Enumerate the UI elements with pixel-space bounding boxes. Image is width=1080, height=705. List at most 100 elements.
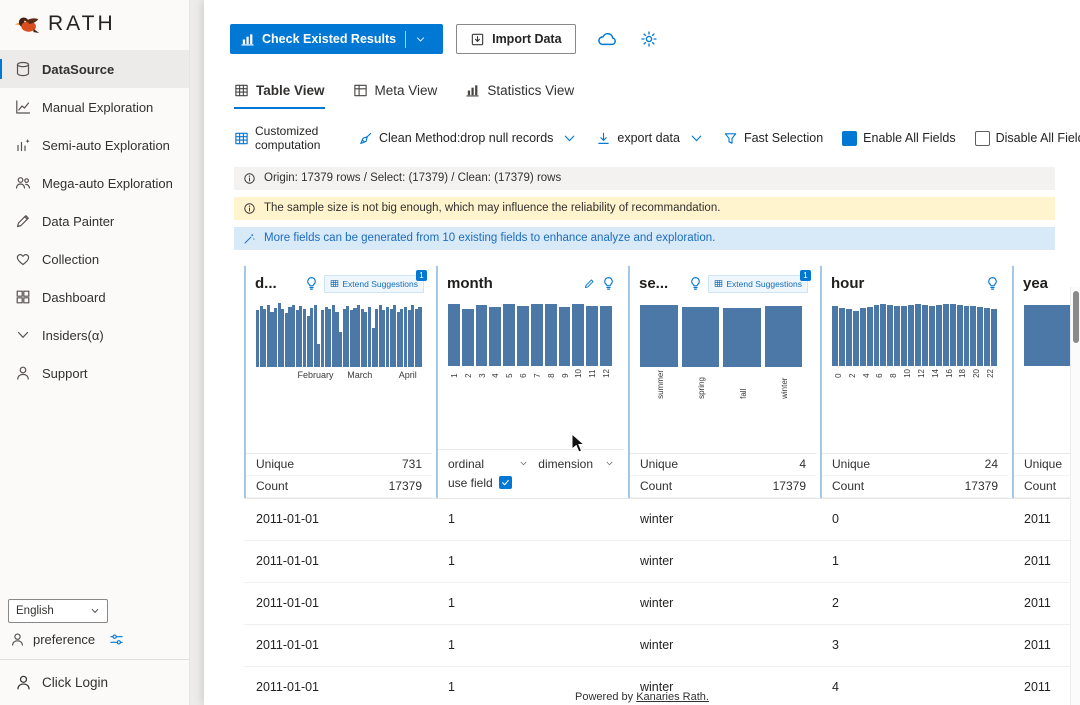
pen-icon [15, 213, 31, 229]
sidebar-item-semi-auto-exploration[interactable]: Semi-auto Exploration [0, 126, 189, 164]
lightbulb-icon[interactable] [688, 276, 703, 291]
sparkle-chart-icon [15, 137, 31, 153]
analytic-type-dropdown[interactable]: dimension [538, 457, 614, 471]
sidebar-item-data-painter[interactable]: Data Painter [0, 202, 189, 240]
sidebar-item-datasource[interactable]: DataSource [0, 50, 189, 88]
fast-selection-button[interactable]: Fast Selection [723, 131, 823, 146]
field-stats: Unique 731 Count 17379 [246, 452, 432, 498]
sidebar-item-label: Insiders(α) [42, 327, 104, 343]
semantic-type-dropdown[interactable]: ordinal [448, 457, 528, 471]
sidebar-nav: DataSource Manual Exploration Semi-auto … [0, 50, 189, 392]
person-icon [15, 365, 31, 381]
clean-method-label: Clean Method:drop null records [379, 131, 554, 146]
extend-suggestions-button[interactable]: Extend Suggestions 1 [324, 269, 427, 293]
date-histogram[interactable] [256, 303, 422, 367]
import-data-button[interactable]: Import Data [456, 24, 576, 54]
tab-meta-view[interactable]: Meta View [353, 83, 437, 109]
check-existed-results-label: Check Existed Results [262, 32, 397, 46]
info-icon [243, 202, 256, 215]
button-divider [405, 30, 407, 48]
preference-label: preference [33, 632, 96, 647]
stat-label: Count [832, 478, 865, 493]
export-data-dropdown[interactable]: export data [596, 131, 704, 146]
suggestion-count-badge: 1 [416, 269, 427, 281]
app-logo: RATH [0, 0, 189, 50]
stat-value: 17379 [964, 478, 998, 493]
top-toolbar: Check Existed Results Import Data [204, 0, 1080, 54]
sidebar-item-manual-exploration[interactable]: Manual Exploration [0, 88, 189, 126]
language-select[interactable]: English [8, 599, 108, 623]
sidebar-item-label: Manual Exploration [42, 99, 154, 115]
stat-label: Count [1024, 478, 1057, 493]
statistics-chart-icon [465, 83, 480, 98]
lightbulb-icon[interactable] [304, 276, 319, 291]
cloud-sync-button[interactable] [597, 29, 617, 49]
semantic-type-value: ordinal [448, 456, 485, 471]
kanaries-rath-link[interactable]: Kanaries Rath. [636, 691, 709, 703]
sidebar-item-label: Data Painter [42, 213, 115, 229]
table-cell: 1 [448, 512, 455, 527]
sidebar-item-label: Dashboard [42, 289, 106, 305]
field-card-month: month 123456789101112 ordinal [436, 265, 624, 498]
table-cell: 1 [832, 554, 839, 569]
preference-button[interactable]: preference [0, 632, 189, 659]
disable-all-fields-checkbox[interactable]: Disable All Fields [974, 130, 1080, 146]
table-cell: 1 [448, 554, 455, 569]
bird-logo-icon [14, 17, 40, 33]
chevron-down-icon[interactable] [415, 34, 426, 45]
import-data-icon [470, 32, 485, 47]
sidebar-item-insiders[interactable]: Insiders(α) [0, 316, 189, 354]
sidebar-bottom: English preference Click Login [0, 599, 189, 705]
field-stats: Unique 24 Count 17379 [822, 452, 1008, 498]
check-existed-results-button[interactable]: Check Existed Results [230, 24, 444, 54]
stat-label: Unique [1024, 456, 1063, 471]
table-row: 2011-01-01 1 winter 1 2011 [244, 541, 1080, 583]
tab-statistics-view[interactable]: Statistics View [465, 83, 574, 109]
view-tabs: Table View Meta View Statistics View [234, 83, 1080, 109]
extend-suggestions-button[interactable]: Extend Suggestions 1 [708, 269, 811, 293]
login-button[interactable]: Click Login [0, 659, 189, 705]
stat-value: 24 [984, 456, 998, 471]
month-histogram[interactable] [448, 302, 614, 366]
table-cell: 2 [832, 596, 839, 611]
pencil-icon[interactable] [583, 277, 596, 290]
sidebar-item-support[interactable]: Support [0, 354, 189, 392]
customized-computation-button[interactable]: Customized computation [234, 124, 339, 153]
sidebar-item-label: Mega-auto Exploration [42, 175, 173, 191]
use-field-checkbox[interactable] [498, 476, 512, 490]
table-cell: 1 [448, 596, 455, 611]
hour-histogram[interactable] [832, 302, 998, 366]
table-cell: 3 [832, 638, 839, 653]
cloud-icon [597, 29, 617, 49]
tab-label: Table View [256, 83, 325, 98]
enable-all-fields-checkbox[interactable]: Enable All Fields [842, 130, 956, 146]
season-histogram[interactable] [640, 303, 806, 367]
field-card-hour: hour 0 2 4 6 8 10 12 14 16 18 20 22 Unique 24 Count 1… [820, 265, 1008, 498]
sidebar-item-collection[interactable]: Collection [0, 240, 189, 278]
lightbulb-icon[interactable] [601, 276, 616, 291]
clean-method-dropdown[interactable]: Clean Method:drop null records [358, 131, 577, 146]
field-title: d... [255, 275, 277, 293]
stat-value: 731 [401, 456, 422, 471]
table-cell: 1 [448, 638, 455, 653]
sidebar-item-dashboard[interactable]: Dashboard [0, 278, 189, 316]
settings-button[interactable] [630, 30, 658, 48]
main-panel: Check Existed Results Import Data Table … [204, 0, 1080, 705]
tab-label: Statistics View [487, 83, 575, 98]
histogram-x-labels: 1 2 3 4 5 6 7 8 9 10 11 12 [450, 368, 612, 378]
lightbulb-icon[interactable] [985, 276, 1000, 291]
grid-icon [330, 279, 339, 288]
language-select-value: English [16, 605, 54, 617]
field-suggestion-bar[interactable]: More fields can be generated from 10 exi… [234, 226, 1055, 250]
sidebar-item-mega-auto-exploration[interactable]: Mega-auto Exploration [0, 164, 189, 202]
table-cell: winter [640, 596, 674, 611]
extend-suggestions-label: Extend Suggestions [342, 278, 418, 289]
extend-suggestions-label: Extend Suggestions [726, 278, 802, 289]
settings-sliders-icon [109, 632, 124, 647]
sample-size-warning-bar: The sample size is not big enough, which… [234, 196, 1055, 220]
scrollbar-thumb[interactable] [1073, 291, 1079, 343]
tab-table-view[interactable]: Table View [234, 83, 325, 109]
vertical-scrollbar[interactable] [1070, 287, 1080, 705]
field-cards-row: d... Extend Suggestions 1 February March A… [244, 265, 1080, 498]
checkbox-unchecked-icon [974, 130, 990, 146]
